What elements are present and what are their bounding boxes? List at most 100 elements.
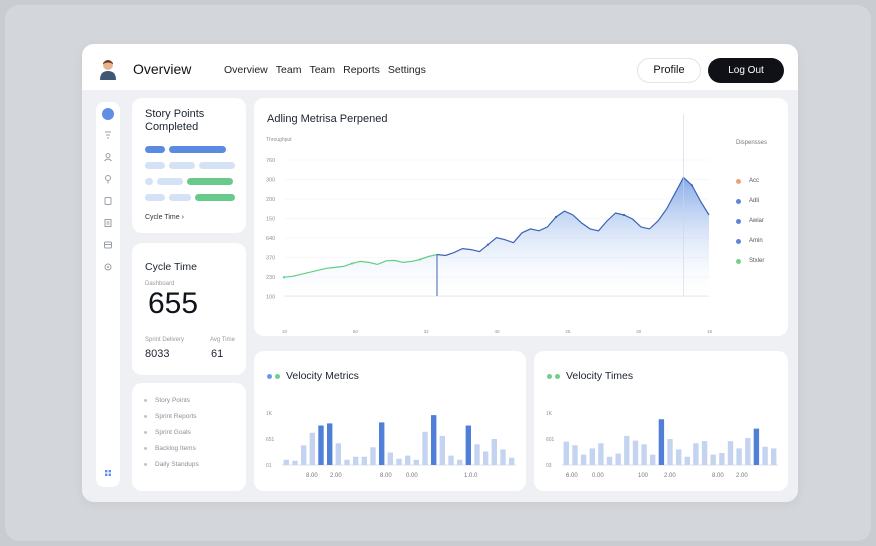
bar (753, 428, 760, 465)
x-tick-label: 18 (707, 329, 713, 334)
data-point (486, 243, 490, 246)
bullet-icon (144, 431, 147, 434)
chevron-right-icon: › (181, 214, 184, 221)
data-point (622, 213, 626, 217)
y-tick-label: 03 (546, 463, 552, 469)
bar (624, 435, 630, 465)
bar (727, 441, 734, 465)
story-points-title: Story Points Completed (145, 108, 205, 133)
bar (676, 449, 682, 465)
legend-dot-icon (736, 198, 741, 204)
progress-pill (145, 146, 165, 153)
nav-overview[interactable]: Overview (224, 64, 268, 76)
legend-item[interactable]: Amin (736, 238, 763, 244)
x-tick-label: 8.00 (380, 473, 392, 479)
x-tick-label: 0.00 (406, 473, 418, 479)
bar (457, 459, 463, 465)
story-points-footer[interactable]: Cycle Time › (145, 214, 184, 221)
bullet-icon (144, 463, 147, 466)
bar (396, 458, 402, 465)
clipboard-icon[interactable] (103, 196, 113, 206)
y-tick-label: 370 (266, 256, 275, 262)
avatar[interactable] (98, 58, 118, 80)
settings-icon[interactable] (103, 262, 113, 272)
y-tick-label: 300 (266, 178, 275, 184)
bar (405, 455, 411, 465)
x-tick-label: 50 (353, 329, 359, 334)
bar (491, 439, 497, 465)
bar (344, 459, 350, 465)
x-tick-label: 10 (282, 329, 288, 334)
stat-value: 61 (211, 348, 224, 360)
bar (387, 452, 393, 465)
x-tick-label: 6.00 (566, 473, 578, 479)
list-item[interactable]: Sprint Reports (144, 413, 197, 420)
cycle-time-link[interactable]: Cycle Time (145, 214, 180, 221)
stat-value: 8033 (145, 348, 170, 360)
bar (736, 448, 742, 465)
list-item-label: Story Points (155, 397, 191, 404)
data-point (282, 276, 286, 279)
legend-item[interactable]: Awiar (736, 218, 764, 224)
bar (719, 453, 725, 465)
bar (762, 446, 768, 465)
archive-icon[interactable] (103, 240, 113, 250)
nav-reports[interactable]: Reports (343, 64, 380, 76)
bar (658, 419, 665, 465)
profile-button[interactable]: Profile (637, 58, 701, 83)
legend-item[interactable]: Stxler (736, 258, 764, 264)
bar (606, 456, 613, 465)
logout-button[interactable]: Log Out (708, 58, 784, 83)
velocity-metrics-bar-chart: 1K 651 01 8.00 2.00 8.00 0.00 1.0.0 (266, 411, 516, 479)
nav-settings[interactable]: Settings (388, 64, 426, 76)
dashboard-window: Overview Overview Team Team Reports Sett… (82, 44, 798, 502)
legend-dot-icon (736, 238, 741, 244)
legend-item[interactable]: Adli (736, 198, 759, 204)
progress-pill (169, 146, 226, 153)
x-tick-label: 2.00 (330, 473, 342, 479)
bar (318, 425, 324, 465)
bar (615, 453, 621, 465)
velocity-times-card: Velocity Times 1K 601 03 6.00 0.00 100 2.00 8.0… (534, 351, 788, 491)
list-item[interactable]: Story Points (144, 397, 190, 404)
bar (283, 459, 289, 465)
nav-team[interactable]: Team (276, 64, 302, 76)
list-item-label: Daily Standups (155, 461, 199, 468)
bar (301, 445, 307, 465)
list-item[interactable]: Backlog Items (144, 445, 196, 452)
story-points-card: Story Points Completed Cycle Time › (132, 98, 246, 233)
x-tick-label: 40 (495, 329, 501, 334)
bar (589, 448, 595, 465)
bar (710, 454, 716, 465)
bar (500, 449, 506, 465)
bar (413, 459, 419, 465)
document-icon[interactable] (103, 218, 113, 228)
bullet-icon (144, 415, 147, 418)
progress-pill (169, 194, 191, 201)
y-tick-label: 760 (266, 158, 275, 164)
grid-icon[interactable] (103, 468, 113, 478)
velocity-times-bar-chart: 1K 601 03 6.00 0.00 100 2.00 8.00 2.00 (546, 411, 778, 479)
x-tick-label: 2.00 (736, 473, 748, 479)
bar (353, 456, 359, 465)
legend-item[interactable]: Acc (736, 178, 759, 184)
bar (335, 443, 341, 465)
list-item[interactable]: Sprint Goals (144, 429, 191, 436)
cycle-time-value: 655 (148, 287, 199, 320)
main-chart-card: Adling Metrisa Perpened Throughput 760 300… (254, 98, 788, 336)
home-icon[interactable] (102, 108, 114, 120)
y-tick-label: 601 (546, 437, 555, 443)
users-icon[interactable] (103, 152, 113, 162)
legend-title: Dispensses (736, 140, 768, 146)
x-tick-label: 32 (424, 329, 430, 334)
y-tick-label: 230 (266, 275, 275, 281)
page-title: Overview (133, 61, 192, 77)
legend-dot-icon (736, 178, 741, 184)
list-item[interactable]: Daily Standups (144, 461, 199, 468)
bar (745, 438, 751, 465)
bar (701, 441, 708, 465)
x-tick-label: 25 (565, 329, 571, 334)
filter-icon[interactable] (103, 130, 113, 140)
pin-icon[interactable] (103, 174, 113, 184)
nav-team-2[interactable]: Team (309, 64, 335, 76)
